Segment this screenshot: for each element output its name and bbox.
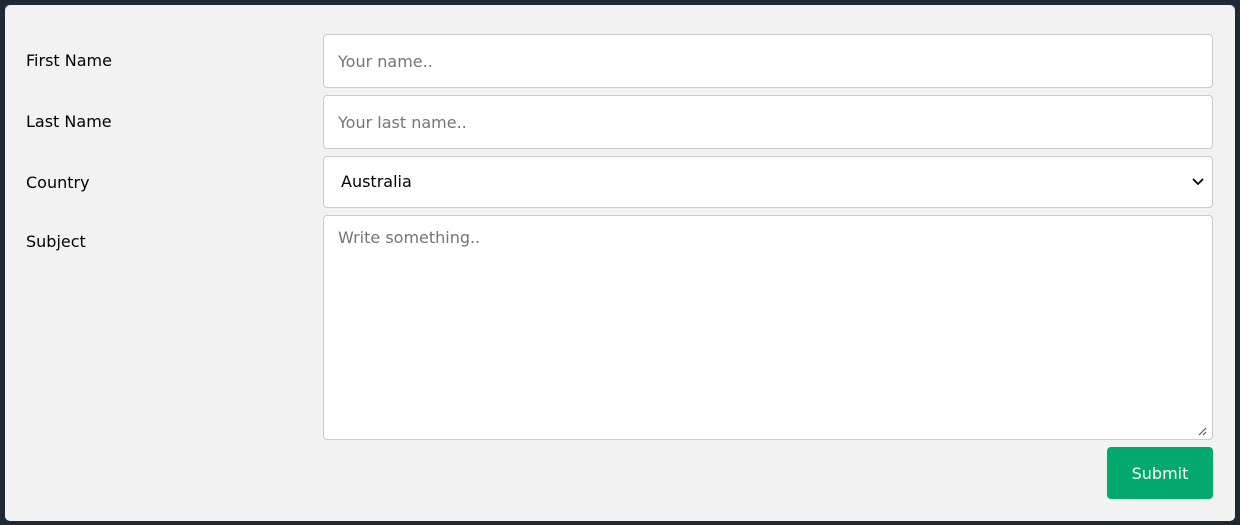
chevron-down-icon	[1192, 178, 1204, 185]
resize-grip-icon[interactable]	[1197, 426, 1207, 436]
last-name-label: Last Name	[26, 112, 112, 131]
first-name-input[interactable]	[323, 34, 1213, 88]
last-name-input[interactable]	[323, 95, 1213, 149]
country-label: Country	[26, 173, 90, 192]
form-container: First Name Last Name Country Australia S…	[5, 5, 1235, 521]
subject-textarea[interactable]	[323, 215, 1213, 440]
country-selected-value: Australia	[341, 172, 412, 191]
subject-label: Subject	[26, 232, 86, 251]
first-name-label: First Name	[26, 51, 112, 70]
country-select[interactable]: Australia	[323, 156, 1213, 208]
submit-button[interactable]: Submit	[1107, 447, 1213, 499]
